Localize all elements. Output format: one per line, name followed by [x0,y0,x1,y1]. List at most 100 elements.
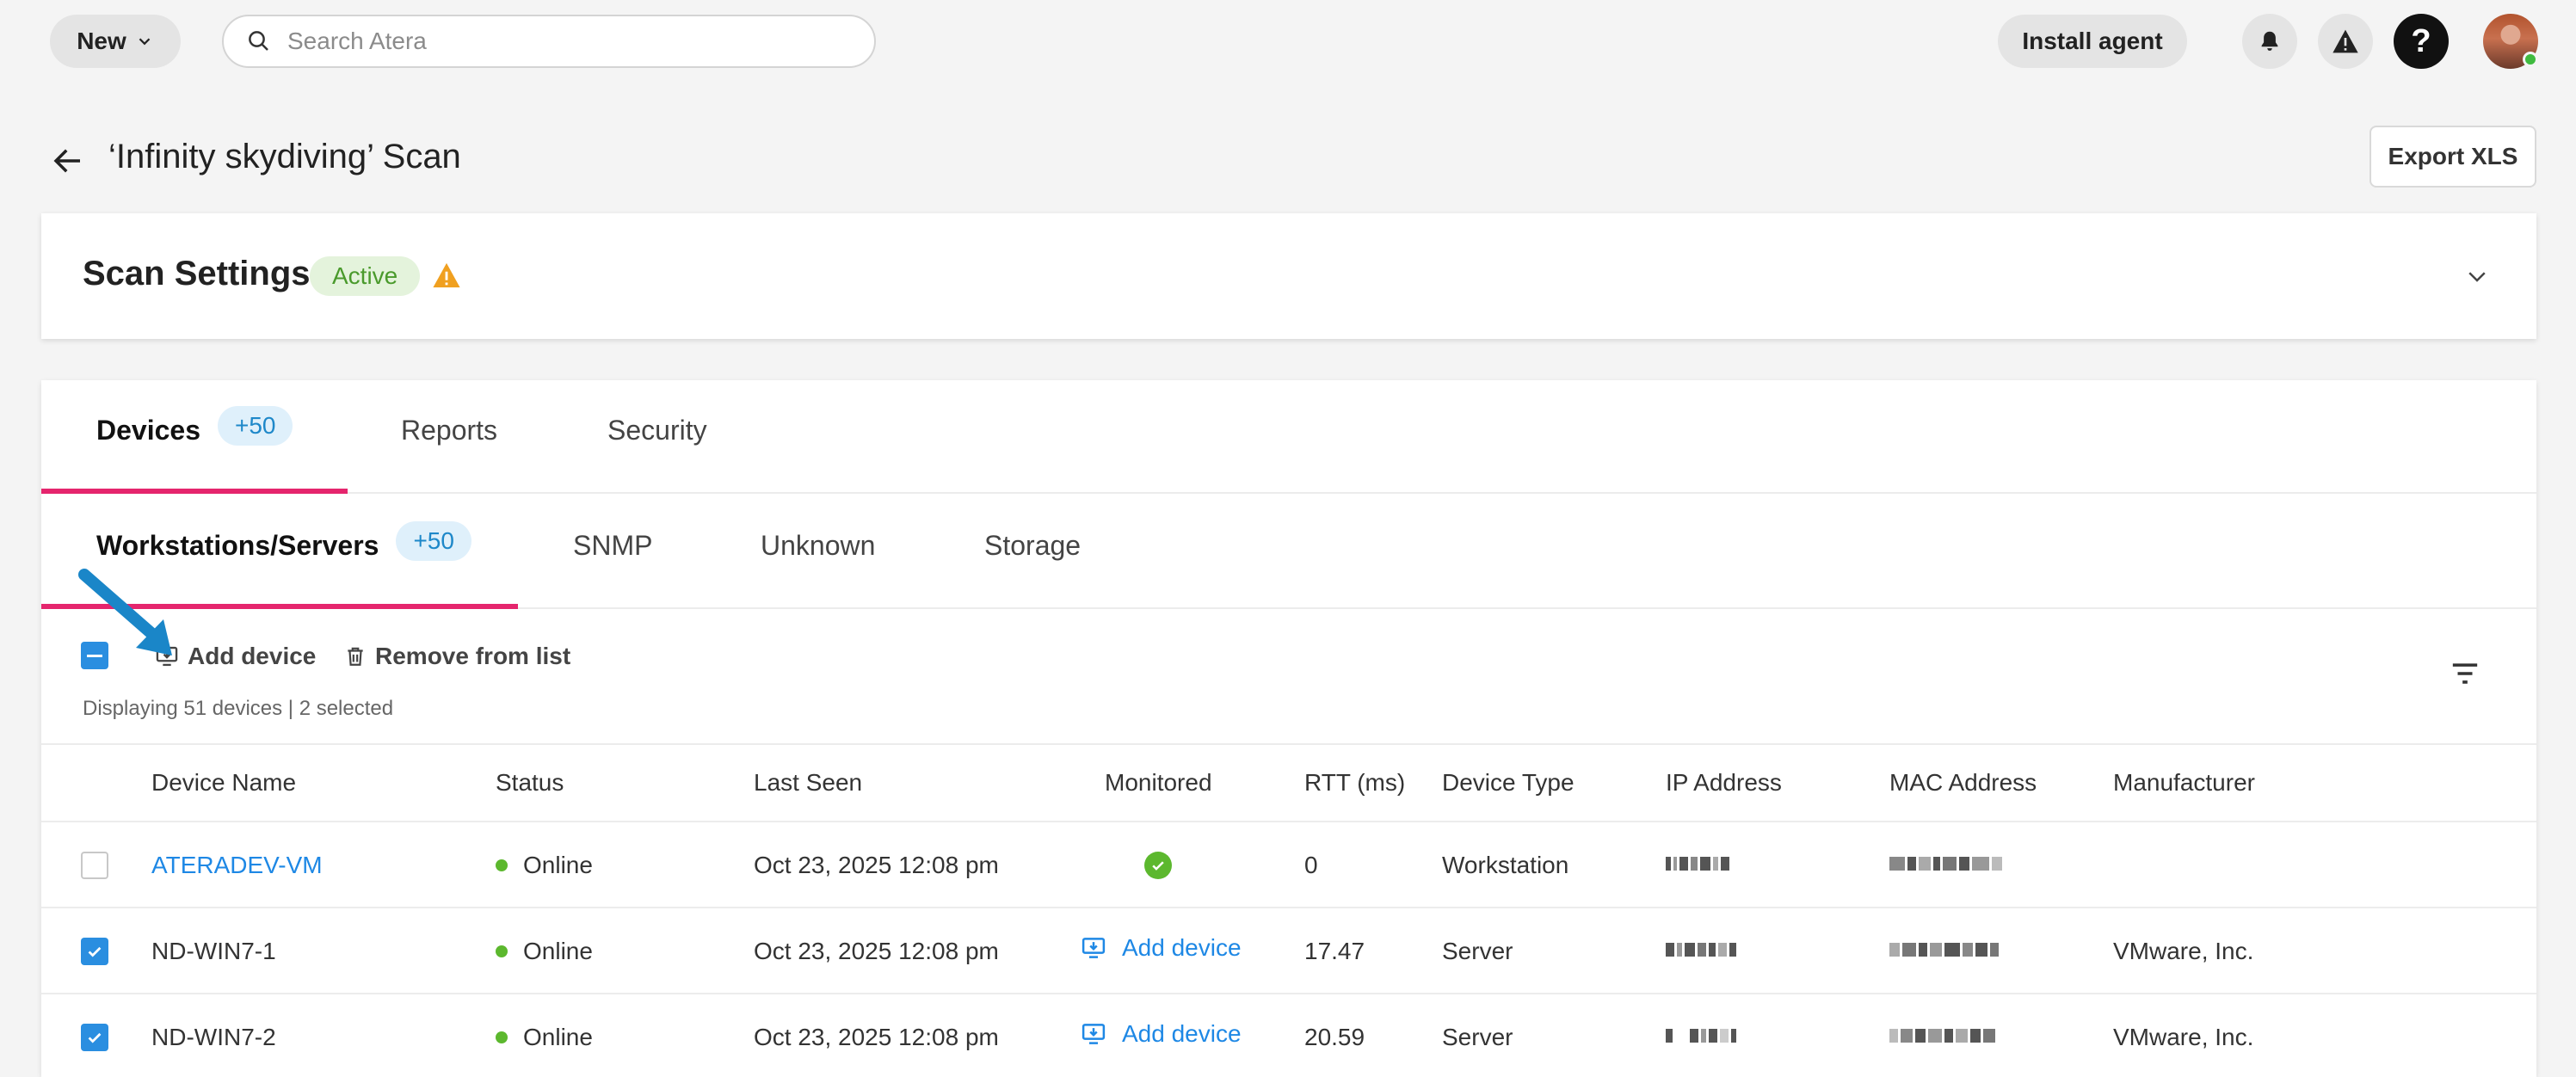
status-text: Online [523,1024,593,1050]
tab-snmp[interactable]: SNMP [573,530,652,609]
monitored-check-icon [1144,852,1172,879]
status-cell: Online [496,1024,593,1051]
top-bar: New Install agent ? [0,0,2576,83]
row-add-device-button[interactable]: Add device [1081,934,1242,962]
tab-devices[interactable]: Devices +50 [96,406,293,494]
remove-from-list-button[interactable]: Remove from list [344,640,570,673]
main-tabs: Devices +50 Reports Security [41,380,2536,494]
chevron-down-icon [139,38,151,46]
add-device-button[interactable]: Add device [155,640,316,673]
export-xls-button[interactable]: Export XLS [2370,126,2536,188]
column-header[interactable]: IP Address [1666,769,1782,797]
column-header[interactable]: Status [496,769,564,797]
column-header[interactable]: MAC Address [1889,769,2037,797]
count-badge: +50 [396,521,471,561]
count-badge: +50 [217,406,293,446]
column-header[interactable]: Last Seen [754,769,862,797]
table-row[interactable]: ND-WIN7-1 Online Oct 23, 2025 12:08 pm A… [41,908,2536,994]
online-dot [496,945,508,957]
manufacturer-cell: VMware, Inc. [2113,938,2254,964]
tab-reports[interactable]: Reports [401,415,497,494]
manufacturer-cell: VMware, Inc. [2113,1024,2254,1050]
online-status-dot [2523,52,2538,67]
monitor-download-icon [156,646,178,667]
last-seen-cell: Oct 23, 2025 12:08 pm [754,1024,999,1050]
row-checkbox[interactable] [81,938,108,965]
selection-summary: Displaying 51 devices | 2 selected [83,697,394,720]
online-dot [496,859,508,871]
new-button-label: New [77,28,126,54]
add-device-label: Add device [1122,934,1242,961]
last-seen-cell: Oct 23, 2025 12:08 pm [754,852,999,878]
mac-address-redacted [1889,853,2002,874]
search-icon [249,31,268,51]
last-seen-cell: Oct 23, 2025 12:08 pm [754,938,999,964]
device-name[interactable]: ND-WIN7-1 [151,938,276,965]
device-type-cell: Server [1442,938,1513,964]
device-type-cell: Workstation [1442,852,1569,878]
status-text: Online [523,938,593,964]
rtt-cell: 0 [1304,852,1318,878]
status-badge: Active [310,256,421,296]
tab-security[interactable]: Security [607,415,707,494]
page-title: ‘Infinity skydiving’ Scan [108,138,461,175]
device-name-link[interactable]: ATERADEV-VM [151,852,323,879]
filter-icon[interactable] [2450,661,2480,686]
install-agent-button[interactable]: Install agent [1998,15,2187,68]
column-header[interactable]: Monitored [1105,769,1212,797]
bell-icon [2261,31,2278,51]
sub-tabs: Workstations/Servers +50 SNMP Unknown St… [41,495,2536,609]
column-header[interactable]: Device Type [1442,769,1575,797]
column-header[interactable]: Manufacturer [2113,769,2255,797]
status-cell: Online [496,938,593,965]
help-button[interactable]: ? [2394,14,2449,69]
ip-address-redacted [1666,853,1729,874]
alerts-button[interactable] [2318,14,2373,69]
ip-address-redacted [1666,939,1736,960]
table-row[interactable]: ATERADEV-VM Online Oct 23, 2025 12:08 pm… [41,822,2536,908]
search-input[interactable] [287,28,804,55]
column-header[interactable]: Device Name [151,769,296,797]
row-checkbox[interactable] [81,852,108,879]
tab-label: Reports [401,415,498,446]
back-arrow-icon[interactable] [50,143,86,179]
tab-label: Security [607,415,707,446]
column-header[interactable]: RTT (ms) [1304,769,1405,797]
status-text: Online [523,852,593,878]
tab-label: SNMP [573,530,653,561]
tab-label: Devices [96,415,200,446]
table-row[interactable]: ND-WIN7-2 Online Oct 23, 2025 12:08 pm A… [41,994,2536,1077]
scan-settings-card[interactable]: Scan Settings Active [41,213,2536,339]
tab-label: Unknown [761,530,876,561]
notifications-button[interactable] [2242,14,2297,69]
table-header: Device Name Status Last Seen Monitored R… [41,743,2536,822]
add-device-label: Add device [188,643,317,669]
expand-chevron-icon[interactable] [2464,263,2490,289]
trash-icon [348,647,363,666]
warning-icon [433,262,460,288]
search-box[interactable] [222,15,876,68]
active-tab-indicator [41,489,348,494]
devices-card: Devices +50 Reports Security Workstation… [41,380,2536,1077]
tab-label: Storage [984,530,1082,561]
tab-label: Workstations/Servers [96,530,379,561]
status-cell: Online [496,852,593,879]
new-button[interactable]: New [50,15,181,68]
tab-storage[interactable]: Storage [984,530,1081,609]
tab-workstations-servers[interactable]: Workstations/Servers +50 [96,521,471,609]
tab-unknown[interactable]: Unknown [761,530,875,609]
device-type-cell: Server [1442,1024,1513,1050]
warning-icon [2333,29,2358,53]
active-subtab-indicator [41,604,518,609]
monitor-download-icon [1082,938,1106,958]
rtt-cell: 20.59 [1304,1024,1365,1050]
ip-address-redacted [1666,1025,1736,1046]
row-add-device-button[interactable]: Add device [1081,1020,1242,1048]
online-dot [496,1031,508,1043]
select-all-checkbox[interactable] [81,642,108,669]
add-device-label: Add device [1122,1020,1242,1047]
device-name[interactable]: ND-WIN7-2 [151,1024,276,1051]
help-icon: ? [2411,22,2431,59]
row-checkbox[interactable] [81,1024,108,1051]
indeterminate-mark [87,654,102,657]
